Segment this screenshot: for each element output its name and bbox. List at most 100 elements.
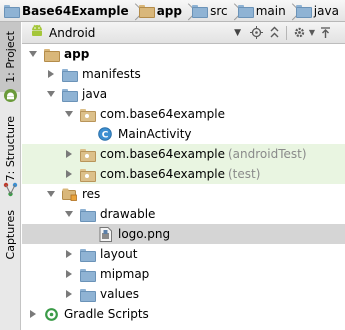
breadcrumb-label: src <box>210 3 228 18</box>
breadcrumb-separator <box>131 0 135 21</box>
tree-row[interactable]: manifests <box>22 64 345 84</box>
tree-item-label: com.base64example <box>100 107 225 121</box>
gradle-icon <box>43 306 59 322</box>
expand-arrow-right-icon[interactable] <box>62 144 76 164</box>
tree-item-label: app <box>64 47 90 61</box>
tree-item-label: drawable <box>100 207 156 221</box>
breadcrumb-label: java <box>313 3 339 18</box>
tree-item-label: logo.png <box>118 227 171 241</box>
tool-tab-project[interactable]: 1: Project <box>0 22 21 92</box>
folder-icon <box>191 3 209 19</box>
tree-row[interactable]: Gradle Scripts <box>22 304 345 324</box>
folder-icon <box>61 66 78 82</box>
target-icon[interactable] <box>247 22 265 44</box>
tree-item-label: com.base64example <box>100 167 225 181</box>
tree-row[interactable]: com.base64example (androidTest) <box>22 144 345 164</box>
folder-icon <box>3 3 20 19</box>
source-folder-icon <box>295 3 312 19</box>
android-icon <box>30 24 44 41</box>
hide-icon[interactable] <box>316 22 334 44</box>
expand-arrow-right-icon[interactable] <box>62 164 76 184</box>
android-icon <box>3 88 18 103</box>
source-folder-icon <box>61 86 78 102</box>
breadcrumb-item[interactable]: Base64Example <box>0 0 131 21</box>
tree-row[interactable]: java <box>22 84 345 104</box>
folder-icon <box>237 3 254 19</box>
tree-item-suffix: (androidTest) <box>227 147 307 161</box>
class-icon: C <box>97 126 113 142</box>
tree-item-label: mipmap <box>100 267 150 281</box>
tree-item-label: java <box>82 87 108 101</box>
tree-row[interactable]: app <box>22 44 345 64</box>
svg-text:C: C <box>102 130 109 140</box>
module-folder-icon <box>138 3 155 19</box>
breadcrumb-separator <box>184 0 188 21</box>
breadcrumb-item[interactable]: java <box>292 0 341 21</box>
module-folder-icon <box>43 46 60 62</box>
breadcrumb-separator <box>341 0 345 21</box>
breadcrumb-label: Base64Example <box>22 3 129 18</box>
folder-icon <box>79 286 96 302</box>
expand-arrow-right-icon[interactable] <box>62 284 76 304</box>
tree-item-suffix: (test) <box>227 167 261 181</box>
tool-tab-label: 1: Project <box>4 31 17 83</box>
tool-tab-structure[interactable]: 7: Structure <box>0 108 21 190</box>
view-selector-dropdown[interactable]: Android ▼ <box>22 22 247 44</box>
tree-row[interactable]: logo.png <box>22 224 345 244</box>
package-icon <box>79 146 96 162</box>
view-selector-label: Android <box>49 25 96 40</box>
breadcrumb-item[interactable]: app <box>135 0 184 21</box>
breadcrumb-item[interactable]: main <box>234 0 288 21</box>
breadcrumb-separator <box>288 0 292 21</box>
folder-icon <box>79 206 96 222</box>
expand-arrow-down-icon[interactable] <box>62 204 76 224</box>
tree-row[interactable]: com.base64example (test) <box>22 164 345 184</box>
chevron-down-icon: ▼ <box>234 27 241 38</box>
tree-item-label: res <box>82 187 101 201</box>
expand-arrow-right-icon[interactable] <box>62 264 76 284</box>
tree-item-label: MainActivity <box>118 127 192 141</box>
expand-arrow-right-icon[interactable] <box>62 244 76 264</box>
tree-row[interactable]: com.base64example <box>22 104 345 124</box>
tree-row[interactable]: layout <box>22 244 345 264</box>
tree-item-label: layout <box>100 247 138 261</box>
breadcrumb-label: app <box>156 3 182 18</box>
header-divider <box>286 25 287 40</box>
image-file-icon <box>97 226 113 242</box>
expand-arrow-down-icon[interactable] <box>44 184 58 204</box>
collapse-all-icon[interactable] <box>265 22 283 44</box>
settings-dropdown-icon[interactable]: ▼ <box>308 22 316 44</box>
expand-arrow-right-icon[interactable] <box>44 64 58 84</box>
tree-item-label: values <box>100 287 140 301</box>
tool-tab-label: 7: Structure <box>4 116 17 182</box>
tree-row[interactable]: mipmap <box>22 264 345 284</box>
tool-window-strip: 1: Project 7: Structure Captures <box>0 22 21 330</box>
tree-item-label: manifests <box>82 67 141 81</box>
project-panel-header: Android ▼ ▼ <box>22 22 345 44</box>
breadcrumb-item[interactable]: src <box>188 0 230 21</box>
breadcrumb: Base64Example app src main java <box>0 0 345 22</box>
breadcrumb-separator <box>230 0 234 21</box>
breadcrumb-label: main <box>255 3 286 18</box>
gear-icon[interactable] <box>290 22 308 44</box>
tree-row[interactable]: values <box>22 284 345 304</box>
tree-item-label: Gradle Scripts <box>64 307 149 321</box>
expand-arrow-down-icon[interactable] <box>62 104 76 124</box>
tool-tab-label: Captures <box>4 210 17 260</box>
tool-tab-captures[interactable]: Captures <box>0 200 21 270</box>
folder-icon <box>79 246 96 262</box>
structure-icon <box>3 182 18 197</box>
package-icon <box>79 106 96 122</box>
expand-arrow-down-icon[interactable] <box>44 84 58 104</box>
tree-row[interactable]: res <box>22 184 345 204</box>
expand-arrow-down-icon[interactable] <box>26 44 40 64</box>
folder-icon <box>79 266 96 282</box>
package-icon <box>79 166 96 182</box>
tree-row[interactable]: C MainActivity <box>22 124 345 144</box>
project-tree: app manifests java com.base64example C MainAc… <box>22 44 345 330</box>
expand-arrow-right-icon[interactable] <box>26 304 40 324</box>
tree-row[interactable]: drawable <box>22 204 345 224</box>
tree-item-label: com.base64example <box>100 147 225 161</box>
